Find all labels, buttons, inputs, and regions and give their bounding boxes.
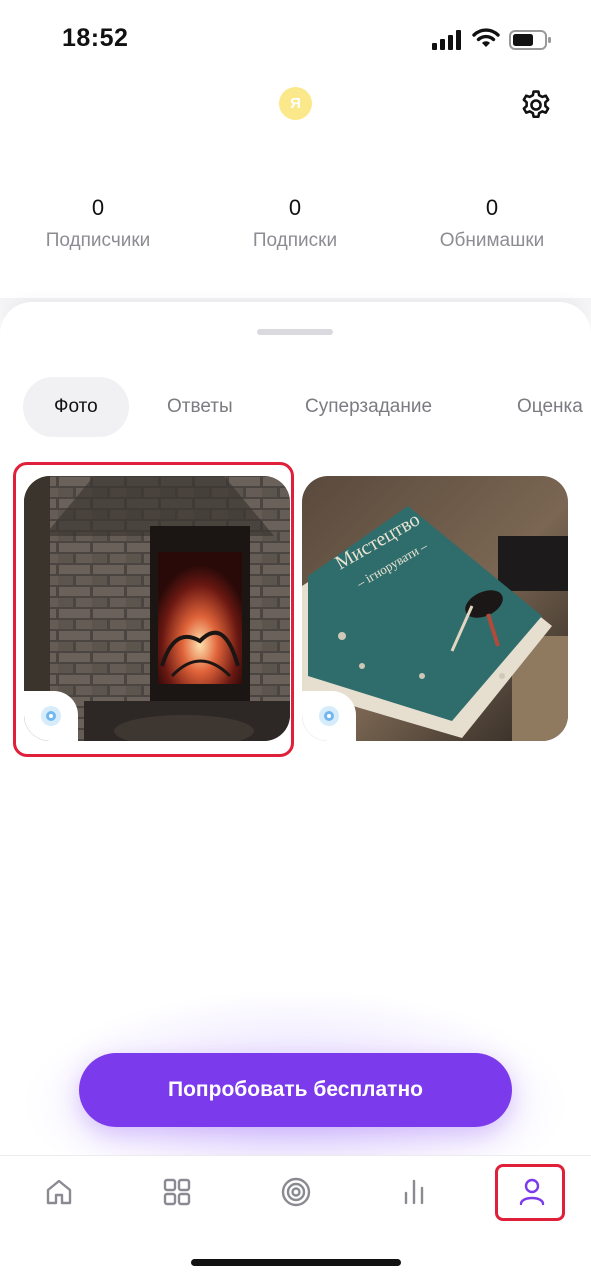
tab-supertask[interactable]: Суперзадание	[305, 377, 432, 437]
chart-icon[interactable]	[398, 1176, 430, 1208]
stat-following[interactable]: 0 Подписки	[210, 195, 380, 252]
highlight-frame-photo	[13, 462, 294, 757]
stat-label: Подписчики	[45, 230, 151, 251]
stat-value: 0	[485, 195, 499, 220]
stat-value: 0	[288, 195, 302, 220]
content-tabs: Фото Ответы Суперзадание Оценка	[0, 377, 591, 439]
status-bar: 18:52	[0, 0, 591, 80]
tab-rating[interactable]: Оценка	[517, 377, 583, 437]
home-icon[interactable]	[43, 1176, 75, 1208]
book-photo[interactable]: Мистецтво – ігнорувати –	[302, 476, 568, 741]
battery-icon	[509, 30, 551, 50]
tab-answers[interactable]: Ответы	[167, 377, 233, 437]
status-time: 18:52	[62, 24, 129, 52]
stat-label: Подписки	[252, 230, 338, 251]
photo-badge	[302, 691, 356, 741]
stat-value: 0	[91, 195, 105, 220]
eye-icon	[319, 706, 339, 726]
target-icon[interactable]	[280, 1176, 312, 1208]
grid-icon[interactable]	[161, 1176, 193, 1208]
stat-followers[interactable]: 0 Подписчики	[13, 195, 183, 252]
tab-photo[interactable]: Фото	[23, 377, 129, 437]
sheet-drag-handle[interactable]	[257, 329, 333, 335]
stat-label: Обнимашки	[439, 230, 545, 251]
wifi-icon	[472, 28, 500, 47]
cellular-signal-icon	[432, 30, 461, 50]
settings-gear-icon[interactable]	[519, 88, 553, 122]
home-indicator	[191, 1259, 401, 1266]
avatar[interactable]: Я	[279, 87, 312, 120]
try-free-button[interactable]: Попробовать бесплатно	[79, 1053, 512, 1127]
stat-hugs[interactable]: 0 Обнимашки	[407, 195, 577, 252]
highlight-frame-profile-tab	[495, 1164, 565, 1221]
